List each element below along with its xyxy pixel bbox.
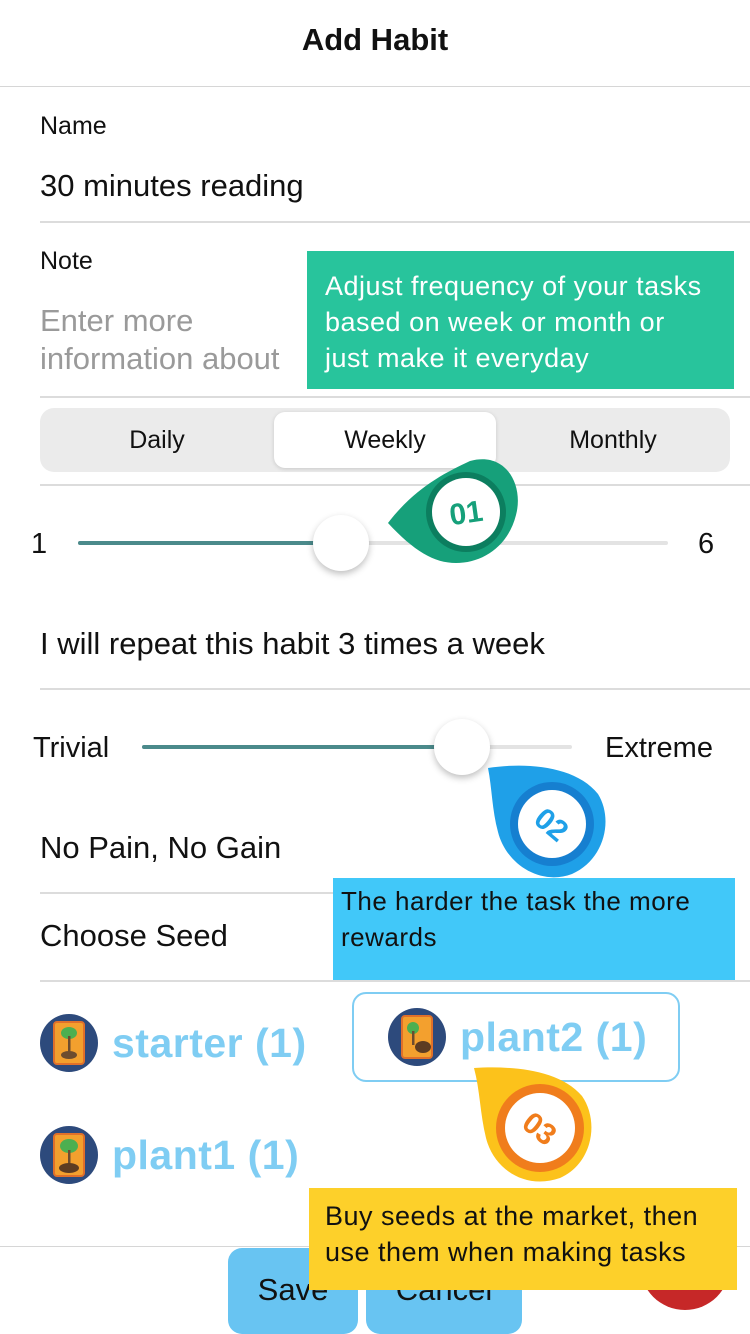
difficulty-max-label: Extreme — [605, 732, 713, 764]
difficulty-slider-fill — [142, 745, 462, 749]
repeat-slider-fill — [78, 541, 341, 545]
difficulty-min-label: Trivial — [33, 732, 110, 764]
step-02-badge: 02 — [488, 765, 606, 878]
note-input[interactable]: Enter more information about yourself... — [40, 302, 330, 382]
frequency-segmented-control: Daily Weekly Monthly — [40, 408, 730, 472]
repeat-slider[interactable] — [78, 541, 668, 545]
name-input[interactable]: 30 minutes reading — [40, 168, 304, 204]
frequency-daily[interactable]: Daily — [44, 412, 270, 468]
step-03-badge: 03 — [474, 1067, 592, 1182]
seed-option-plant1[interactable]: plant1 (1) — [40, 1122, 299, 1188]
repeat-summary: I will repeat this habit 3 times a week — [40, 626, 545, 661]
note-divider — [40, 396, 750, 398]
difficulty-divider — [40, 892, 340, 894]
name-divider — [40, 221, 750, 223]
tooltip-difficulty: The harder the task the more rewards — [333, 878, 735, 980]
choose-seed-title: Choose Seed — [40, 918, 228, 953]
frequency-monthly[interactable]: Monthly — [500, 412, 726, 468]
repeat-min-label: 1 — [31, 528, 48, 560]
seed-packet-icon — [40, 1126, 98, 1184]
tooltip-frequency: Adjust frequency of your tasks based on … — [307, 251, 734, 389]
repeat-max-label: 6 — [698, 528, 715, 560]
seed-divider — [40, 980, 750, 982]
repeat-divider — [40, 688, 750, 690]
seed-name-starter: starter (1) — [112, 1019, 307, 1066]
seed-packet-icon — [388, 1008, 446, 1066]
name-label: Name — [40, 112, 107, 140]
seed-name-plant1: plant1 (1) — [112, 1131, 300, 1178]
header-divider — [0, 86, 750, 87]
repeat-slider-thumb[interactable] — [313, 515, 369, 571]
seed-name-plant2: plant2 (1) — [460, 1013, 648, 1060]
step-01-label: 01 — [447, 495, 485, 532]
note-label: Note — [40, 247, 93, 275]
difficulty-slider[interactable] — [142, 745, 572, 749]
step-01-badge: 01 — [388, 459, 518, 563]
tooltip-seeds: Buy seeds at the market, then use them w… — [309, 1188, 737, 1290]
difficulty-summary: No Pain, No Gain — [40, 830, 282, 865]
seed-packet-icon — [40, 1014, 98, 1072]
page-title: Add Habit — [301, 22, 449, 57]
difficulty-slider-thumb[interactable] — [434, 719, 490, 775]
seed-option-starter[interactable]: starter (1) — [40, 1010, 307, 1076]
